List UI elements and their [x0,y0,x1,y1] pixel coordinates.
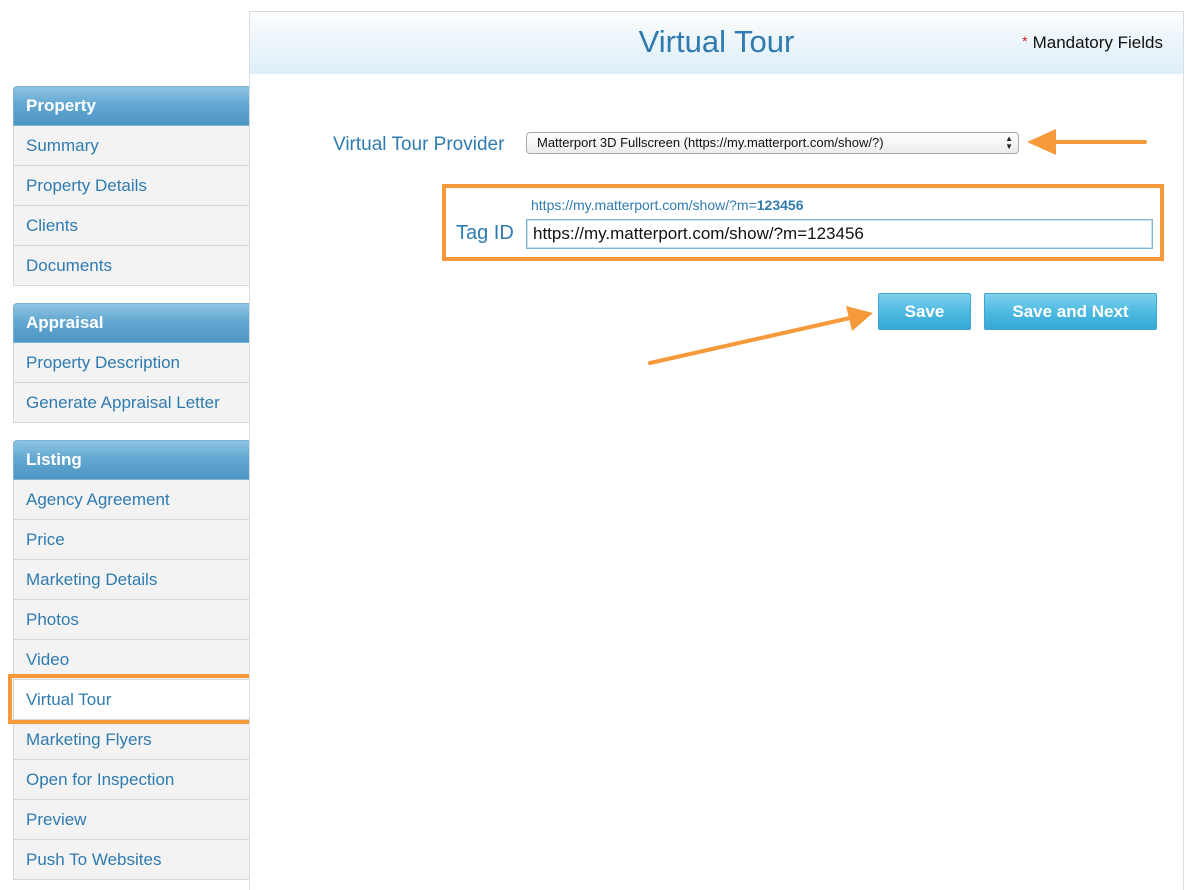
sidebar-group-listing: Listing Agency Agreement Price Marketing… [8,440,253,880]
provider-select-value: Matterport 3D Fullscreen (https://my.mat… [537,135,884,150]
tag-url-hint: https://my.matterport.com/show/?m=123456 [531,197,803,213]
sidebar-group-property: Property Summary Property Details Client… [13,86,249,286]
sidebar-item-push-to-websites[interactable]: Push To Websites [13,840,249,880]
sidebar-item-documents[interactable]: Documents [13,246,249,286]
tag-url-hint-id: 123456 [756,197,804,213]
sidebar-item-virtual-tour[interactable]: Virtual Tour [8,674,253,724]
sidebar-item-clients[interactable]: Clients [13,206,249,246]
mandatory-fields-label: Mandatory Fields [1032,33,1163,52]
required-star-icon: * [1022,33,1028,49]
sidebar-group-title: Appraisal [13,303,249,343]
sidebar-item-property-description[interactable]: Property Description [13,343,249,383]
sidebar-group-appraisal: Appraisal Property Description Generate … [13,303,249,423]
sidebar-item-marketing-details[interactable]: Marketing Details [13,560,249,600]
sidebar-item-agency-agreement[interactable]: Agency Agreement [13,480,249,520]
save-and-next-button[interactable]: Save and Next [984,293,1157,330]
provider-label: Virtual Tour Provider [333,134,505,155]
sidebar: Property Summary Property Details Client… [8,86,253,890]
provider-select[interactable]: Matterport 3D Fullscreen (https://my.mat… [526,132,1019,154]
sidebar-group-title: Property [13,86,249,126]
sidebar-item-video[interactable]: Video [13,640,249,680]
page: Property Summary Property Details Client… [0,0,1196,890]
sidebar-item-generate-appraisal-letter[interactable]: Generate Appraisal Letter [13,383,249,423]
select-arrows-icon: ▲ ▼ [1005,134,1013,151]
sidebar-item-property-details[interactable]: Property Details [13,166,249,206]
tag-id-input[interactable] [526,219,1153,249]
sidebar-item-open-for-inspection[interactable]: Open for Inspection [13,760,249,800]
panel-header: Virtual Tour * Mandatory Fields [250,12,1183,74]
save-button[interactable]: Save [878,293,971,330]
sidebar-item-summary[interactable]: Summary [13,126,249,166]
tag-id-label: Tag ID [456,222,514,244]
sidebar-item-price[interactable]: Price [13,520,249,560]
tag-url-hint-prefix: https://my.matterport.com/show/?m= [531,197,757,213]
sidebar-item-marketing-flyers[interactable]: Marketing Flyers [13,720,249,760]
main-panel: Virtual Tour * Mandatory Fields Virtual T… [249,11,1184,890]
mandatory-fields-note: * Mandatory Fields [1022,33,1163,53]
sidebar-group-title: Listing [13,440,249,480]
sidebar-item-photos[interactable]: Photos [13,600,249,640]
sidebar-item-preview[interactable]: Preview [13,800,249,840]
